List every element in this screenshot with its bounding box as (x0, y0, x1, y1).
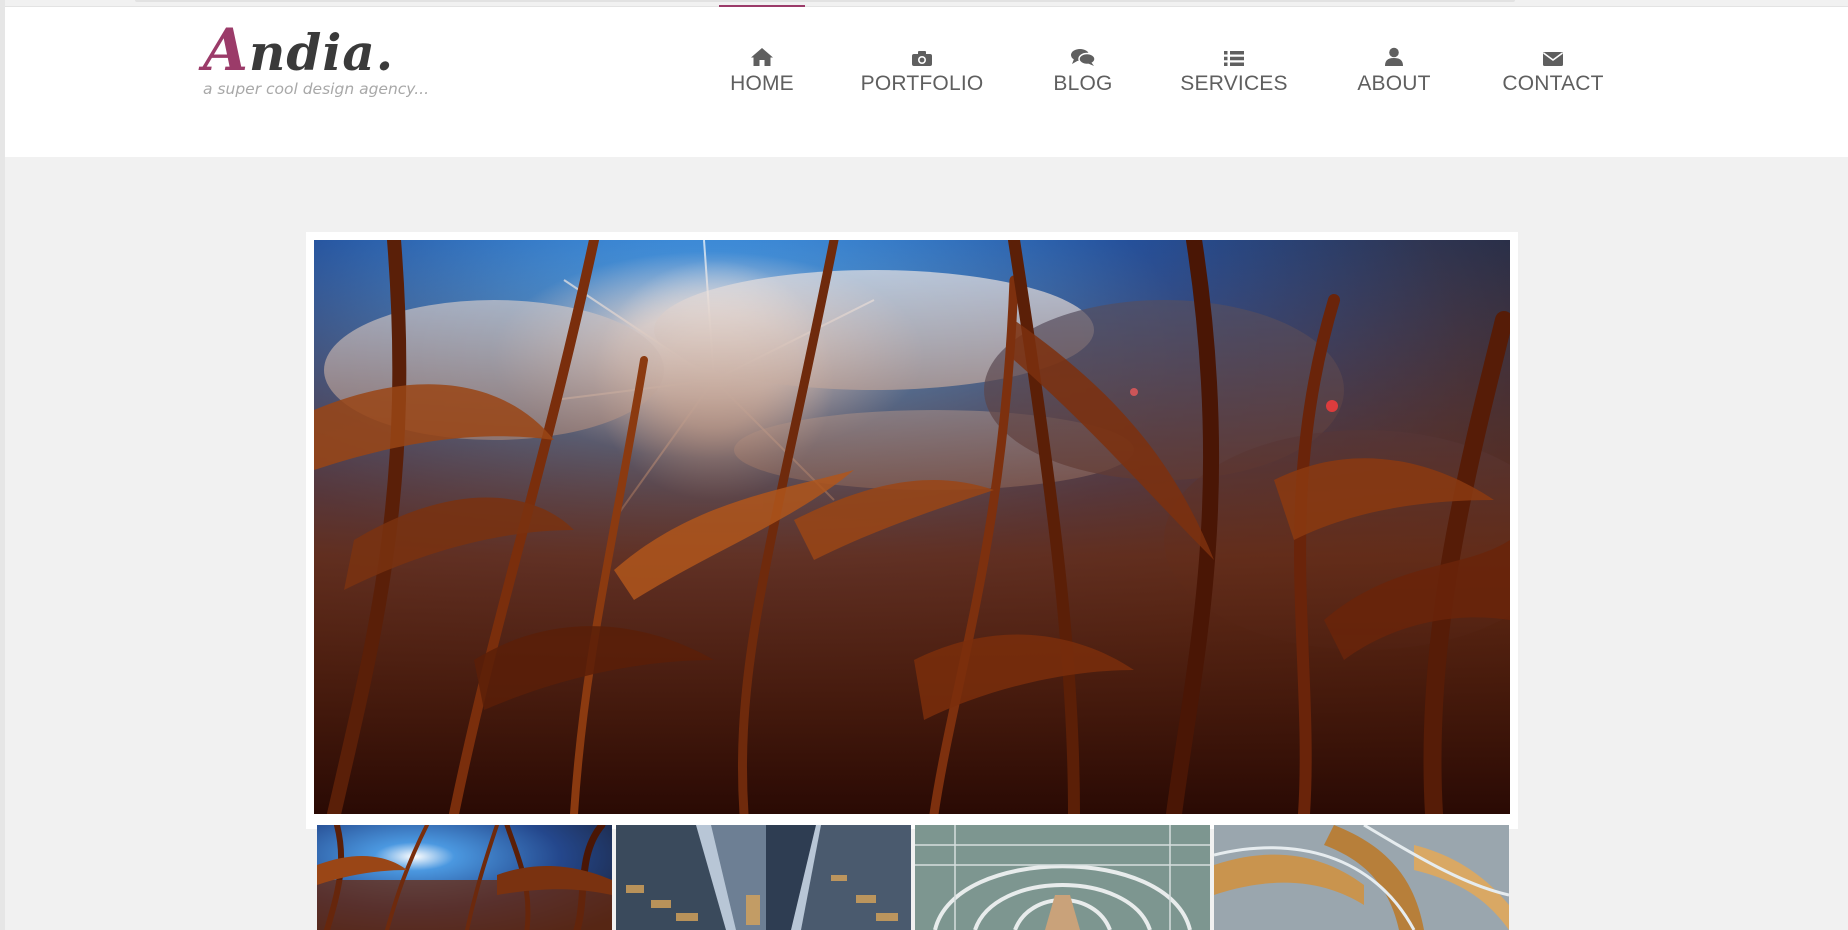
nav-item-about[interactable]: ABOUT (1354, 7, 1434, 103)
nav-label-about: ABOUT (1357, 72, 1431, 95)
camera-icon (911, 45, 933, 67)
thumbnail-3[interactable] (915, 825, 1210, 930)
browser-top-edge (135, 0, 1515, 2)
nav-label-portfolio: PORTFOLIO (860, 72, 984, 95)
nav-item-portfolio[interactable]: PORTFOLIO (860, 7, 984, 103)
nav-label-home: HOME (730, 72, 794, 95)
home-icon (750, 45, 774, 67)
list-icon (1223, 45, 1245, 67)
envelope-icon (1542, 45, 1564, 67)
thumbnail-1[interactable] (317, 825, 612, 930)
image-slider (306, 232, 1518, 829)
slider-main-image[interactable] (314, 240, 1510, 814)
nav-label-contact: CONTACT (1502, 72, 1604, 95)
comments-icon (1070, 45, 1096, 67)
nav-item-services[interactable]: SERVICES (1180, 7, 1288, 103)
thumbnail-4[interactable] (1214, 825, 1509, 930)
nav-label-services: SERVICES (1180, 72, 1288, 95)
site-header: Andia. a super cool design agency... HOM… (5, 5, 1848, 157)
nav-item-home[interactable]: HOME (719, 5, 805, 103)
nav-item-blog[interactable]: BLOG (1048, 7, 1118, 103)
nav-label-blog: BLOG (1053, 72, 1113, 95)
main-nav: HOME PORTFOLIO BLOG SERVICES ABOUT CONTA… (5, 5, 1848, 157)
nav-item-contact[interactable]: CONTACT (1501, 7, 1605, 103)
user-icon (1384, 45, 1404, 67)
thumbnail-2[interactable] (616, 825, 911, 930)
